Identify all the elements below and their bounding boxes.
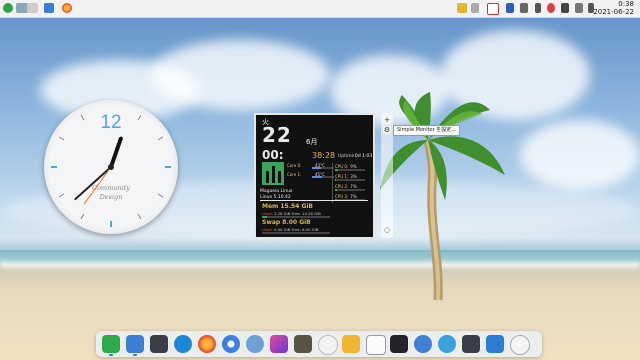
add-widget-button[interactable]: + [383,116,391,124]
toggle-icon[interactable] [438,335,456,353]
section-divider [260,200,368,201]
core-label: Core 0: [287,163,302,168]
clock-face: 12 Community Design [51,112,171,227]
notifications-icon[interactable] [471,3,479,13]
running-indicator [109,354,113,356]
swap-title: Swap 8.00 GiB [262,219,311,226]
network-icon[interactable] [520,3,528,13]
core-label: Core 1: [287,172,302,177]
chromium-icon[interactable] [222,335,240,353]
date-number: 22 [262,123,292,147]
document-icon[interactable] [366,335,386,355]
cpu-bar [335,189,365,191]
gimp-icon[interactable] [294,335,312,353]
screenshot-icon[interactable] [270,335,288,353]
core-temp-bar [312,167,334,169]
core-temp-row: Core 0: 43°C [287,163,334,169]
terminal-icon[interactable] [150,335,168,353]
tools-icon[interactable] [174,335,192,353]
analog-clock-widget[interactable]: 12 Community Design [44,100,178,234]
time-icon[interactable] [510,335,530,355]
files-icon[interactable] [126,335,144,353]
volume-icon[interactable] [561,3,569,13]
firefox-icon[interactable] [198,335,216,353]
swap-bar [262,232,330,234]
media-icon[interactable] [414,335,432,353]
file-manager-icon[interactable] [44,3,54,13]
time-hours: 00: [262,148,284,162]
compass-icon[interactable] [318,335,338,355]
uptime-value: 0d 1:03 [355,154,373,159]
cpu-row: CPU 1: 3% [335,174,365,181]
chat-icon[interactable] [457,3,467,13]
widget-handle[interactable]: + ⚙ ○ [381,113,393,238]
time-minutes-seconds: 38:28 [312,151,336,160]
record-icon[interactable] [547,3,555,13]
cpu-row: CPU 0: 9% [335,164,365,171]
cpu-row: CPU 2: 7% [335,184,365,191]
cloud-icon[interactable] [462,335,480,353]
lock-icon[interactable] [506,3,514,13]
mageia-logo-icon [262,162,284,185]
cpu-bar [335,169,365,171]
remove-widget-button[interactable]: ○ [383,226,391,234]
cpu-row: CPU 3: 7% [335,194,365,201]
core-temp-bar [312,176,334,178]
panel-clock[interactable]: 0:38 2021-06-22 [593,0,634,16]
core-temp-row: Core 1: 45°C [287,172,334,178]
top-panel: 0:38 2021-06-22 [0,0,640,18]
store-icon[interactable] [486,335,504,353]
firefox-icon[interactable] [62,3,72,13]
clock-center-pin [108,164,114,170]
network-icon[interactable] [246,335,264,353]
system-monitor-widget[interactable]: 火 22 6月 00: 38:28 Uptime: 0d 1:03 Core 0… [254,113,375,239]
dock [96,331,542,357]
panel-clock-date: 2021-06-22 [593,8,634,16]
running-indicator [133,354,137,356]
display-icon[interactable] [575,3,583,13]
clock-brand-line2: Design [99,193,123,201]
system-monitor-icon[interactable] [102,335,120,353]
memory-bar [262,216,330,218]
configure-widget-button[interactable]: ⚙ [383,126,391,134]
bluetooth-icon[interactable] [535,3,541,13]
cpu-usage-list: CPU 0: 9% CPU 1: 3% CPU 2: 7% CPU 3: 7% [332,163,369,203]
cpu-bar [335,179,365,181]
app-launcher-icon[interactable] [3,3,13,13]
workspace-switcher-icon[interactable] [16,3,38,13]
window-icon[interactable] [487,3,499,15]
memory-title: Mem 15.54 GiB [262,203,314,210]
uptime-label: Uptime: [338,154,356,159]
panel-clock-time: 0:38 [618,0,634,8]
month-label: 6月 [306,138,318,146]
text-editor-icon[interactable] [390,335,408,353]
video-player-icon[interactable] [342,335,360,353]
clock-twelve-label: 12 [100,112,121,133]
configure-tooltip: Simple Monitor を設定... [393,125,461,136]
hour-hand [109,136,123,169]
